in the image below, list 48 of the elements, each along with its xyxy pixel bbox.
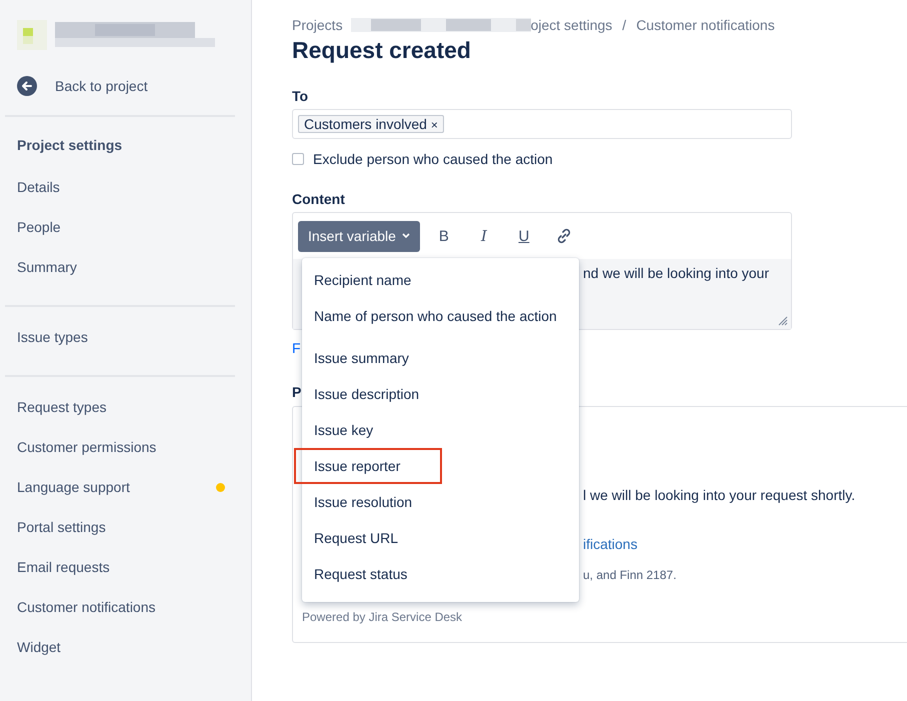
insert-variable-button[interactable]: Insert variable: [298, 220, 420, 252]
recipients-field[interactable]: Customers involved ×: [292, 109, 792, 139]
sidebar-item[interactable]: Request types: [5, 387, 235, 427]
sidebar-item[interactable]: Email requests: [5, 547, 235, 587]
preview-link[interactable]: ifications: [583, 536, 907, 552]
field-label: To: [292, 88, 310, 104]
breadcrumb-separator: /: [622, 17, 626, 33]
menu-item[interactable]: Recipient name: [302, 262, 424, 298]
remove-tag-button[interactable]: ×: [430, 118, 438, 132]
menu-item[interactable]: Request status: [302, 556, 420, 592]
sidebar-item[interactable]: Summary: [5, 247, 235, 287]
italic-button[interactable]: I: [468, 222, 500, 250]
breadcrumb-link[interactable]: Projects: [292, 17, 343, 33]
back-to-project-link[interactable]: Back to project: [17, 75, 235, 97]
editor-text: nd we will be looking into your: [583, 265, 769, 281]
menu-item[interactable]: Issue resolution: [302, 484, 424, 520]
pixelated-logo-drawing: [17, 20, 47, 50]
breadcrumb-link[interactable]: Customer notifications: [636, 17, 775, 33]
sidebar-item[interactable]: Details: [5, 167, 235, 207]
menu-item[interactable]: Issue summary: [302, 340, 421, 376]
breadcrumb-link[interactable]: oject settings: [530, 17, 612, 33]
sidebar-item[interactable]: Customer permissions: [5, 427, 235, 467]
menu-item[interactable]: Issue description: [302, 376, 432, 412]
menu-item[interactable]: Issue key: [302, 412, 386, 448]
resize-handle-icon[interactable]: [778, 316, 788, 326]
checkbox-label: Exclude person who caused the action: [313, 151, 553, 167]
checkbox[interactable]: [292, 153, 304, 165]
section-heading: Project settings: [16, 136, 124, 155]
menu-item[interactable]: Name of person who caused the action: [302, 298, 569, 334]
menu-item[interactable]: Request URL: [302, 520, 410, 556]
menu-item[interactable]: Issue reporter: [294, 448, 442, 484]
sidebar-item[interactable]: People: [5, 207, 235, 247]
recipient-tag: Customers involved ×: [298, 115, 444, 133]
preview-footer-text: u, and Finn 2187.: [583, 568, 678, 582]
field-label: Content: [292, 191, 346, 207]
sidebar-item[interactable]: Customer notifications: [5, 587, 235, 627]
sidebar-item[interactable]: Language support: [5, 467, 235, 507]
preview-text: l we will be looking into your request shortly.: [583, 487, 856, 503]
page-title: Request created: [292, 37, 472, 64]
caret-icon: [402, 233, 410, 239]
bold-button[interactable]: B: [428, 222, 460, 250]
link-text[interactable]: F: [292, 340, 301, 356]
powered-by-text: Powered by Jira Service Desk: [302, 610, 462, 624]
sidebar-item[interactable]: Widget: [5, 627, 235, 667]
sidebar-item[interactable]: Issue types: [5, 317, 235, 357]
field-label: P: [292, 384, 302, 400]
underline-button[interactable]: U: [508, 222, 540, 250]
sidebar-item[interactable]: Portal settings: [5, 507, 235, 547]
